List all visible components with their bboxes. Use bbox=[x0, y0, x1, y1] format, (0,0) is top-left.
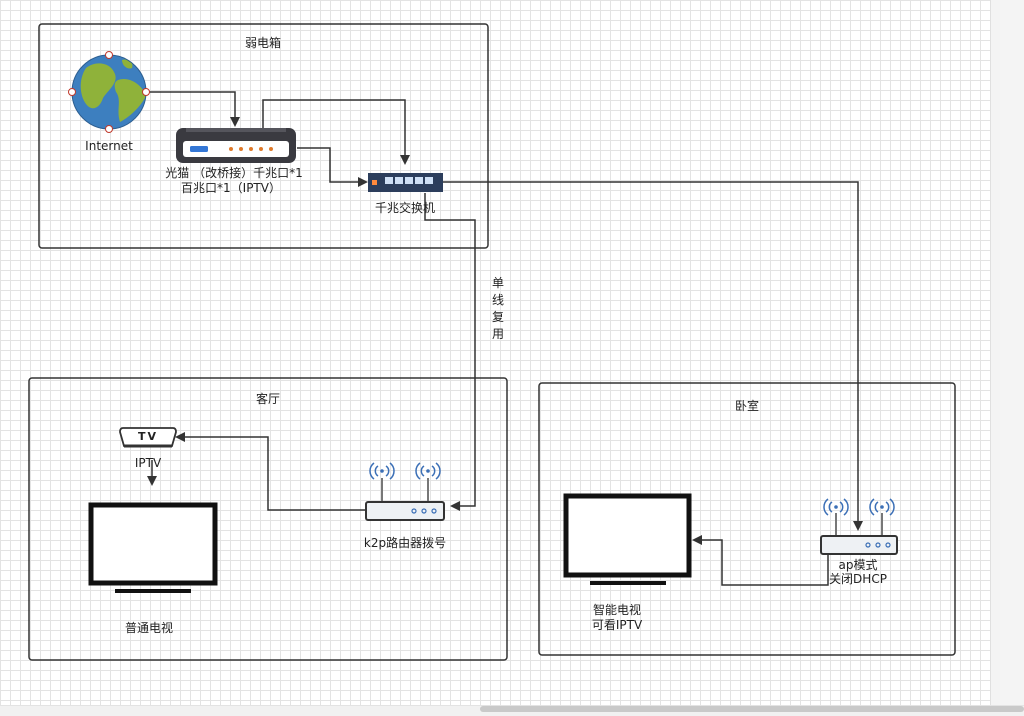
edge-switch-to-router[interactable] bbox=[424, 193, 476, 511]
ap-label-line2: 关闭DHCP bbox=[829, 572, 887, 586]
smart-tv-label-line2: 可看IPTV bbox=[591, 618, 643, 632]
group-title-bedroom: 卧室 bbox=[734, 399, 760, 413]
ap-label-line1: ap模式 bbox=[838, 558, 878, 572]
edge-internet-to-modem[interactable] bbox=[146, 91, 240, 127]
horizontal-scrollbar-thumb[interactable] bbox=[480, 706, 1024, 712]
wireless-access-point-icon[interactable] bbox=[820, 498, 898, 555]
smart-tv-monitor-icon[interactable] bbox=[563, 493, 692, 585]
edge-switch-to-ap[interactable] bbox=[443, 181, 863, 531]
wireless-router-icon[interactable] bbox=[365, 462, 445, 521]
router-label: k2p路由器拨号 bbox=[363, 536, 447, 550]
tv-monitor-icon[interactable] bbox=[88, 502, 218, 593]
iptv-box-badge: TV bbox=[137, 430, 159, 443]
modem-icon[interactable] bbox=[176, 128, 296, 163]
iptv-box-label: IPTV bbox=[134, 456, 162, 470]
modem-label-line2: 百兆口*1（IPTV） bbox=[181, 181, 281, 195]
edge-label-single-line-multiplex: 单线复用 bbox=[491, 276, 504, 341]
group-title-living-room: 客厅 bbox=[255, 392, 281, 406]
normal-tv-label: 普通电视 bbox=[124, 621, 174, 635]
modem-label-line1: 光猫 （改桥接）千兆口*1 bbox=[165, 166, 303, 180]
smart-tv-label-line1: 智能电视 bbox=[592, 603, 642, 617]
edge-modem-to-switch[interactable] bbox=[297, 147, 368, 187]
internet-label: Internet bbox=[85, 139, 133, 153]
edge-router-to-iptv[interactable] bbox=[175, 432, 366, 511]
switch-icon[interactable] bbox=[368, 173, 443, 192]
switch-label: 千兆交换机 bbox=[374, 201, 436, 215]
network-diagram bbox=[28, 23, 956, 661]
edge-ap-to-smart-tv[interactable] bbox=[692, 535, 829, 586]
globe-icon[interactable] bbox=[68, 51, 150, 133]
group-title-weak-box: 弱电箱 bbox=[244, 36, 282, 50]
